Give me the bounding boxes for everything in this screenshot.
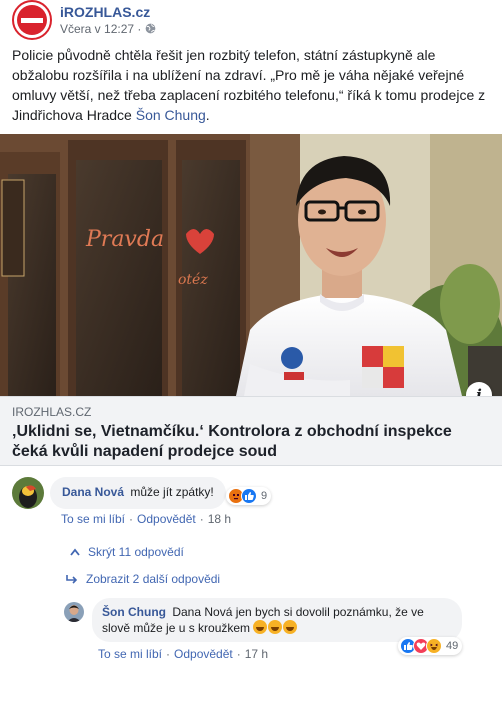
comment-author-link[interactable]: Šon Chung — [102, 605, 166, 619]
comment-text: může jít zpátky! — [130, 485, 214, 499]
show-more-replies-toggle[interactable]: Zobrazit 2 další odpovědi — [66, 572, 220, 586]
post-text-body: Policie původně chtěla řešit jen rozbitý… — [12, 47, 486, 123]
like-reaction-icon — [241, 488, 257, 504]
laughing-emoji — [253, 620, 298, 635]
comment-actions: To se mi líbí · Odpovědět · 18 h — [61, 512, 232, 526]
link-title[interactable]: ‚Uklidni se, Vietnamčíku.‘ Kontrolora z … — [12, 422, 490, 462]
reply-comment-link[interactable]: Odpovědět — [137, 512, 196, 526]
hide-replies-label[interactable]: Skrýt 11 odpovědí — [88, 545, 184, 559]
comment-reactions[interactable]: 9 — [226, 487, 272, 505]
post-header-text: iROZHLAS.cz Včera v 12:27 · — [60, 4, 156, 37]
comment-son-chung: Šon Chung Dana Nová jen bych si dovolil … — [64, 598, 462, 642]
chevron-up-icon — [70, 548, 80, 556]
like-comment-link[interactable]: To se mi líbí — [98, 647, 162, 661]
comment-age[interactable]: 17 h — [245, 647, 268, 661]
post-mention-link[interactable]: Šon Chung — [136, 107, 206, 123]
post-meta: Včera v 12:27 · — [60, 21, 156, 37]
storefront-text: Pravda — [85, 227, 164, 252]
post-text: Policie původně chtěla řešit jen rozbitý… — [12, 45, 492, 125]
post-text-end: . — [205, 107, 210, 123]
reaction-count: 9 — [261, 490, 268, 502]
comment-bubble: Dana Nová může jít zpátky! — [50, 477, 226, 509]
svg-text:otéz: otéz — [178, 272, 208, 288]
show-more-replies-label[interactable]: Zobrazit 2 další odpovědi — [86, 572, 220, 586]
reply-comment-link[interactable]: Odpovědět — [174, 647, 233, 661]
post-media-image[interactable]: Pravda otéz i — [0, 134, 502, 396]
hide-replies-toggle[interactable]: Skrýt 11 odpovědí — [70, 545, 184, 559]
comment-reactions[interactable]: 49 — [398, 637, 463, 655]
comment-author-link[interactable]: Dana Nová — [62, 485, 124, 499]
comment-bubble: Šon Chung Dana Nová jen bych si dovolil … — [92, 598, 462, 642]
haha-reaction-icon — [426, 638, 442, 654]
post-timestamp[interactable]: Včera v 12:27 · — [60, 21, 141, 37]
like-comment-link[interactable]: To se mi líbí — [61, 512, 125, 526]
page-avatar[interactable] — [12, 0, 52, 40]
reaction-count: 49 — [446, 640, 459, 652]
page-name-link[interactable]: iROZHLAS.cz — [60, 4, 156, 21]
avatar[interactable] — [12, 477, 44, 509]
comment-age[interactable]: 18 h — [208, 512, 231, 526]
link-preview-card[interactable]: IROZHLAS.CZ ‚Uklidni se, Vietnamčíku.‘ K… — [0, 396, 502, 466]
comment-actions: To se mi líbí · Odpovědět · 17 h — [98, 647, 269, 661]
post-header: iROZHLAS.cz Včera v 12:27 · — [12, 0, 156, 40]
reply-arrow-icon — [66, 575, 78, 584]
link-domain: IROZHLAS.CZ — [12, 405, 92, 419]
media-scene: Pravda otéz — [0, 134, 502, 396]
avatar[interactable] — [64, 602, 84, 622]
globe-icon — [146, 23, 156, 34]
comment-dana: Dana Nová může jít zpátky! — [12, 477, 226, 509]
